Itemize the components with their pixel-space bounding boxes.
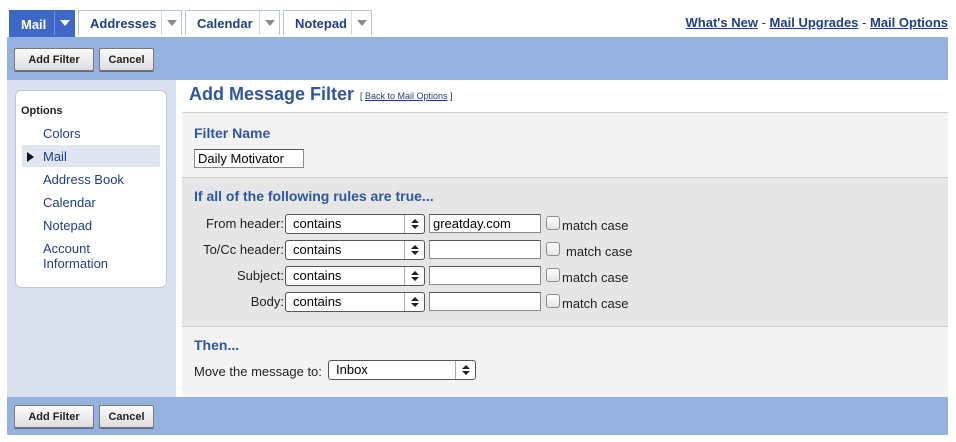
select-arrows-icon bbox=[404, 241, 424, 259]
bottom-toolbar: Add Filter Cancel bbox=[7, 397, 948, 435]
rule-operator-value: contains bbox=[293, 216, 342, 231]
link-separator: - bbox=[761, 15, 766, 30]
tab-calendar[interactable]: Calendar bbox=[185, 10, 280, 35]
options-sidebar: Options Colors Mail Address Book Calenda… bbox=[7, 80, 176, 397]
main-content: Add Message Filter [ Back to Mail Option… bbox=[176, 80, 948, 397]
select-arrows-icon bbox=[404, 267, 424, 285]
sidebar-item-notepad[interactable]: Notepad bbox=[43, 218, 92, 233]
back-link-wrapper: [ Back to Mail Options ] bbox=[360, 91, 453, 101]
add-filter-button[interactable]: Add Filter bbox=[14, 405, 94, 428]
tab-notepad[interactable]: Notepad bbox=[283, 10, 372, 35]
sidebar-item-account-information[interactable]: Account Information bbox=[43, 241, 133, 271]
rules-title: If all of the following rules are true..… bbox=[194, 188, 434, 204]
move-message-label: Move the message to: bbox=[194, 364, 322, 379]
rule-operator-select[interactable]: contains bbox=[285, 292, 425, 312]
rule-value-input[interactable]: greatday.com bbox=[429, 214, 541, 233]
match-case-checkbox[interactable] bbox=[546, 216, 560, 230]
select-arrows-icon bbox=[455, 361, 475, 379]
tab-mail-label: Mail bbox=[21, 16, 47, 32]
rule-operator-value: contains bbox=[293, 268, 342, 283]
filter-name-title: Filter Name bbox=[194, 125, 271, 141]
folder-select-value: Inbox bbox=[336, 362, 368, 377]
rules-section: If all of the following rules are true..… bbox=[182, 177, 948, 327]
top-links: What's New - Mail Upgrades - Mail Option… bbox=[686, 15, 948, 30]
tab-notepad-label: Notepad bbox=[295, 15, 347, 31]
rule-operator-value: contains bbox=[293, 242, 342, 257]
whats-new-link[interactable]: What's New bbox=[686, 15, 758, 30]
sidebar-item-colors[interactable]: Colors bbox=[43, 126, 81, 141]
mail-options-link[interactable]: Mail Options bbox=[870, 15, 948, 30]
select-arrows-icon bbox=[404, 293, 424, 311]
sidebar-item-address-book[interactable]: Address Book bbox=[43, 172, 124, 187]
tab-addresses[interactable]: Addresses bbox=[78, 10, 182, 35]
rule-operator-select[interactable]: contains bbox=[285, 266, 425, 286]
rule-operator-select[interactable]: contains bbox=[285, 240, 425, 260]
options-title: Options bbox=[21, 105, 63, 117]
match-case-label: match case bbox=[562, 270, 629, 285]
chevron-down-icon[interactable] bbox=[161, 11, 181, 35]
rule-value-input[interactable] bbox=[429, 266, 541, 285]
rule-value-input[interactable] bbox=[429, 292, 541, 311]
tab-addresses-label: Addresses bbox=[90, 15, 157, 31]
rule-label-tocc: To/Cc header: bbox=[203, 242, 284, 257]
link-separator: - bbox=[862, 15, 867, 30]
selected-arrow-icon bbox=[27, 152, 34, 162]
mail-upgrades-link[interactable]: Mail Upgrades bbox=[770, 15, 859, 30]
add-filter-button[interactable]: Add Filter bbox=[14, 48, 94, 71]
bracket-close: ] bbox=[450, 91, 453, 101]
filter-name-section: Filter Name Daily Motivator bbox=[182, 113, 948, 177]
chevron-down-icon[interactable] bbox=[259, 11, 279, 35]
match-case-label: match case bbox=[566, 244, 633, 259]
top-toolbar: Add Filter Cancel bbox=[7, 37, 948, 80]
bracket-open: [ bbox=[360, 91, 363, 101]
sidebar-item-calendar[interactable]: Calendar bbox=[43, 195, 96, 210]
rule-label-from: From header: bbox=[205, 216, 284, 231]
match-case-label: match case bbox=[562, 296, 629, 311]
match-case-checkbox[interactable] bbox=[546, 242, 560, 256]
chevron-down-icon[interactable] bbox=[54, 11, 74, 35]
then-section: Then... Move the message to: Inbox bbox=[182, 327, 948, 397]
filter-name-input[interactable]: Daily Motivator bbox=[194, 149, 304, 168]
tab-mail[interactable]: Mail bbox=[9, 10, 75, 37]
back-to-mail-options-link[interactable]: Back to Mail Options bbox=[365, 91, 448, 101]
sidebar-item-mail[interactable]: Mail bbox=[43, 149, 67, 164]
options-panel: Options Colors Mail Address Book Calenda… bbox=[15, 90, 167, 288]
folder-select[interactable]: Inbox bbox=[328, 360, 476, 380]
rule-operator-select[interactable]: contains bbox=[285, 214, 425, 234]
tab-calendar-label: Calendar bbox=[197, 15, 253, 31]
select-arrows-icon bbox=[404, 215, 424, 233]
match-case-checkbox[interactable] bbox=[546, 268, 560, 282]
rule-value-input[interactable] bbox=[429, 240, 541, 259]
cancel-button[interactable]: Cancel bbox=[99, 48, 154, 71]
rule-operator-value: contains bbox=[293, 294, 342, 309]
cancel-button[interactable]: Cancel bbox=[99, 405, 154, 428]
chevron-down-icon[interactable] bbox=[351, 11, 371, 35]
match-case-label: match case bbox=[562, 218, 629, 233]
rule-label-body: Body: bbox=[250, 294, 284, 309]
match-case-checkbox[interactable] bbox=[546, 294, 560, 308]
page-title: Add Message Filter bbox=[189, 84, 355, 104]
rule-label-subject: Subject: bbox=[237, 268, 284, 283]
then-title: Then... bbox=[194, 337, 240, 353]
app-tabs: Mail Addresses Calendar Notepad bbox=[9, 10, 372, 37]
